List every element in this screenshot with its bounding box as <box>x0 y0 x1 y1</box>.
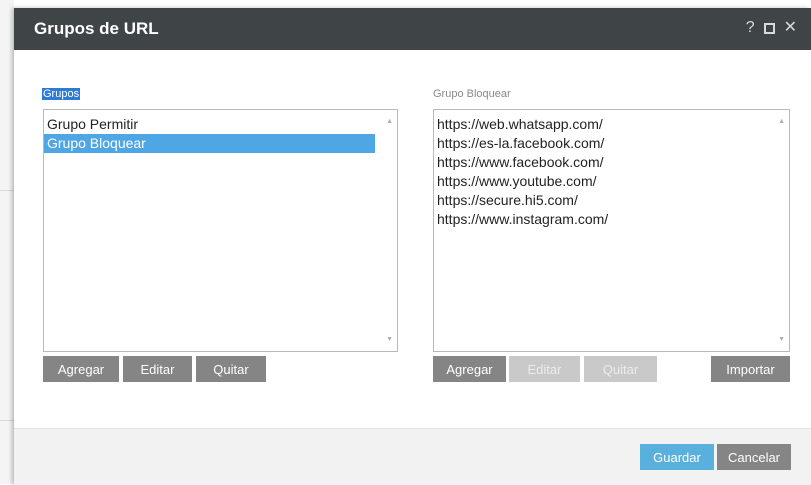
save-button[interactable]: Guardar <box>640 444 714 470</box>
url-item[interactable]: https://web.whatsapp.com/ <box>434 115 789 134</box>
background-window <box>0 0 14 484</box>
urls-edit-button: Editar <box>509 356 580 382</box>
url-item[interactable]: https://www.youtube.com/ <box>434 172 789 191</box>
scroll-down-icon[interactable]: ▼ <box>386 336 393 343</box>
url-item[interactable]: https://secure.hi5.com/ <box>434 191 789 210</box>
urls-import-button[interactable]: Importar <box>711 356 790 382</box>
close-icon[interactable]: ✕ <box>784 20 797 36</box>
groups-remove-button[interactable]: Quitar <box>196 356 266 382</box>
url-groups-dialog: Grupos de URL ? ✕ Grupos Grupo Permitir … <box>14 8 811 485</box>
cancel-button[interactable]: Cancelar <box>717 444 791 470</box>
groups-add-button[interactable]: Agregar <box>43 356 119 382</box>
maximize-icon[interactable] <box>763 22 775 34</box>
url-item[interactable]: https://www.instagram.com/ <box>434 210 789 229</box>
scroll-down-icon[interactable]: ▼ <box>778 336 785 343</box>
url-item[interactable]: https://www.facebook.com/ <box>434 153 789 172</box>
help-icon[interactable]: ? <box>746 20 755 36</box>
url-list[interactable]: https://web.whatsapp.com/ https://es-la.… <box>433 109 790 352</box>
scroll-up-icon[interactable]: ▲ <box>386 118 393 125</box>
window-controls: ? ✕ <box>746 20 797 36</box>
title-bar: Grupos de URL ? ✕ <box>14 8 811 50</box>
list-item-group-bloquear[interactable]: Grupo Bloquear <box>44 134 375 153</box>
scroll-up-icon[interactable]: ▲ <box>778 118 785 125</box>
groups-edit-button[interactable]: Editar <box>123 356 192 382</box>
dialog-footer: Guardar Cancelar <box>14 428 811 485</box>
groups-label: Grupos <box>42 88 81 100</box>
background-divider <box>0 190 14 191</box>
list-item-group-permitir[interactable]: Grupo Permitir <box>44 115 397 134</box>
groups-list[interactable]: Grupo Permitir Grupo Bloquear ▲ ▼ <box>43 109 398 352</box>
dialog-title: Grupos de URL <box>34 19 159 38</box>
url-item[interactable]: https://es-la.facebook.com/ <box>434 134 789 153</box>
url-list-label: Grupo Bloquear <box>433 88 511 100</box>
urls-add-button[interactable]: Agregar <box>433 356 506 382</box>
urls-remove-button: Quitar <box>584 356 657 382</box>
background-divider <box>0 420 14 421</box>
